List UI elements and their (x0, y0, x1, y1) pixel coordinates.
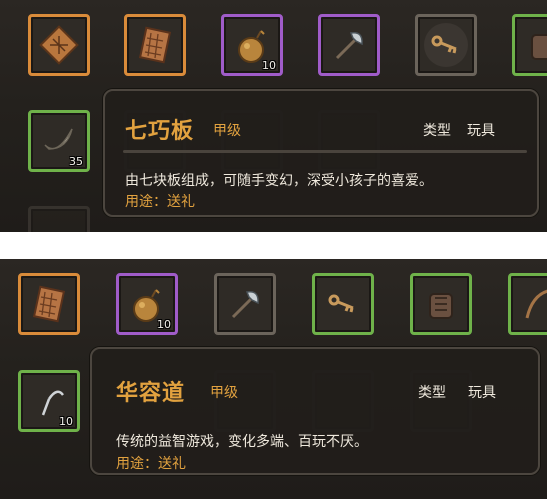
battle-axe-icon (335, 31, 363, 60)
item-usage: 用途：送礼 (116, 456, 186, 472)
item-description: 由七块板组成，可随手变幻，深受小孩子的喜爱。 (125, 173, 433, 189)
armor-icon (429, 293, 453, 319)
item-type-label: 类型 (423, 123, 451, 139)
item-name: 华容道 (116, 381, 186, 406)
inventory-slot-gourd[interactable]: 10 (116, 273, 178, 335)
inventory-slot-axe[interactable] (318, 14, 380, 76)
tooltip-divider (123, 150, 527, 153)
item-type-label: 类型 (418, 385, 446, 401)
inventory-slot-board[interactable] (18, 273, 80, 335)
inventory-panel-top: 10 35 七巧板 甲级 类型 玩具 由七块板组成，可随手变幻，深受小孩子的喜爱… (0, 0, 547, 232)
inventory-slot[interactable] (28, 206, 90, 232)
inventory-slot-armor[interactable] (512, 14, 547, 76)
item-type-value: 玩具 (467, 123, 495, 139)
inventory-slot-key[interactable] (415, 14, 477, 76)
key-icon (328, 294, 354, 313)
item-grade: 甲级 (213, 123, 241, 139)
tangram-board-icon (39, 25, 79, 65)
item-count: 10 (157, 318, 171, 331)
inventory-slot-horn[interactable]: 35 (28, 110, 90, 172)
checker-board-icon (138, 26, 172, 64)
key-icon (431, 35, 457, 54)
bow-icon (525, 289, 547, 319)
inventory-slot-key[interactable] (312, 273, 374, 335)
inventory-slot-sickle[interactable]: 10 (18, 370, 80, 432)
inventory-slot-axe[interactable] (214, 273, 276, 335)
inventory-slot-armor[interactable] (410, 273, 472, 335)
inventory-slot-gourd[interactable]: 10 (221, 14, 283, 76)
checker-board-icon (32, 285, 66, 323)
battle-axe-icon (231, 290, 259, 319)
item-grade: 甲级 (210, 385, 238, 401)
item-tooltip: 华容道 甲级 类型 玩具 传统的益智游戏，变化多端、百玩不厌。 用途：送礼 (90, 347, 540, 475)
item-description: 传统的益智游戏，变化多端、百玩不厌。 (116, 434, 368, 450)
inventory-slot-bow[interactable] (508, 273, 547, 335)
item-name: 七巧板 (125, 119, 195, 144)
item-count: 35 (69, 155, 83, 168)
armor-icon (531, 34, 547, 60)
inventory-slot-tangram[interactable] (28, 14, 90, 76)
item-count: 10 (262, 59, 276, 72)
item-type-value: 玩具 (468, 385, 496, 401)
item-tooltip: 七巧板 甲级 类型 玩具 由七块板组成，可随手变幻，深受小孩子的喜爱。 用途：送… (103, 89, 539, 217)
item-count: 10 (59, 415, 73, 428)
item-usage: 用途：送礼 (125, 194, 195, 210)
inventory-slot-board[interactable] (124, 14, 186, 76)
inventory-panel-bottom: 10 10 华容道 甲级 类型 玩具 传统的益智游戏，变化多端、百玩不厌。 用途… (0, 259, 547, 499)
